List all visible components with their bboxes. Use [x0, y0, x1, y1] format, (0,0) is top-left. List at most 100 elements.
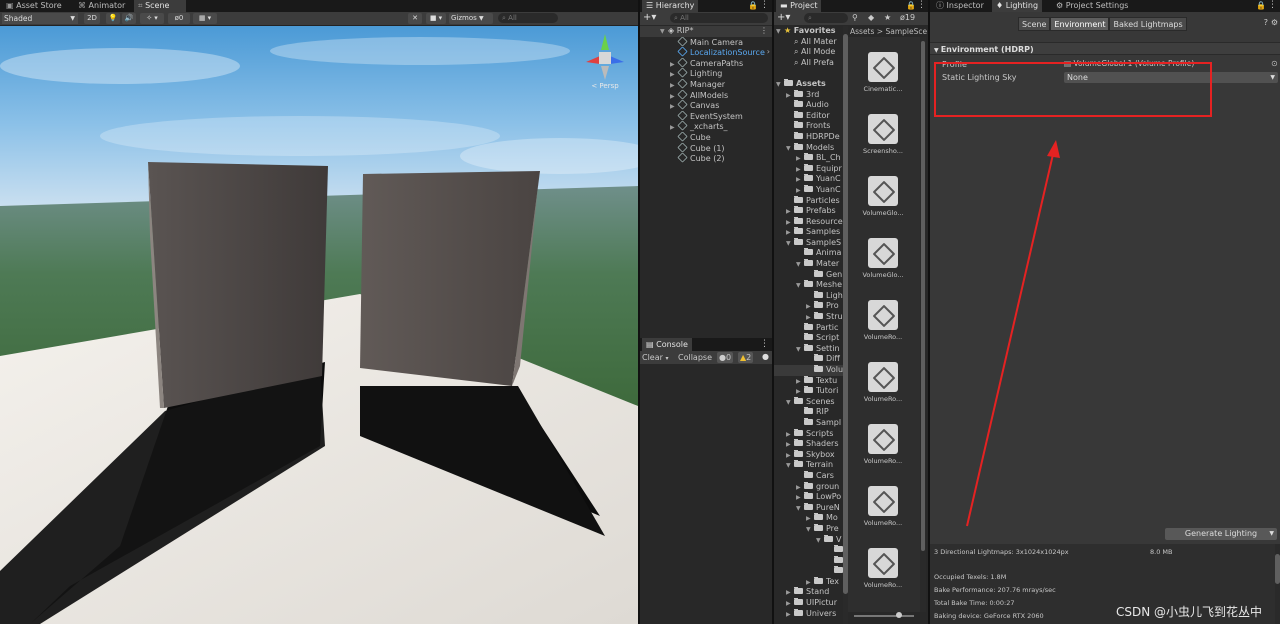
tree-item[interactable]: ▶ groun [774, 481, 844, 493]
tree-item[interactable] [774, 545, 844, 556]
tree-item[interactable]: ▶ Mo [774, 513, 844, 524]
project-search-input[interactable]: ⌕ [804, 13, 848, 23]
tab-console[interactable]: ▤ Console [642, 338, 692, 351]
tree-item[interactable]: ▶ Stru [774, 312, 844, 323]
zoom-slider[interactable] [854, 612, 914, 618]
generate-lighting-button[interactable]: Generate Lighting ▼ [1165, 528, 1277, 540]
lock-icon[interactable]: 🔒 [1256, 1, 1266, 10]
tree-item[interactable]: Editor [774, 110, 844, 122]
audio-icon[interactable]: 🔊 [122, 13, 136, 24]
tab-asset-store[interactable]: ▣ Asset Store [2, 0, 66, 12]
tree-item[interactable]: RIP [774, 407, 844, 418]
breadcrumb-item[interactable]: Assets [850, 27, 874, 36]
asset-card[interactable]: VolumeRo... [858, 486, 908, 527]
create-asset-button[interactable]: +▾ [777, 12, 790, 23]
tree-item[interactable]: ⌕ All Mater [774, 37, 844, 48]
tree-item[interactable]: ▼ Settin [774, 343, 844, 355]
tree-item[interactable]: Sampl [774, 417, 844, 429]
effects-icon[interactable]: ✧ ▾ [140, 13, 164, 24]
lock-icon[interactable]: 🔒 [906, 1, 916, 10]
subtab-baked-lightmaps[interactable]: Baked Lightmaps [1109, 17, 1187, 31]
expand-arrow-icon[interactable]: ▼ [796, 345, 804, 355]
asset-card[interactable]: VolumeGlo... [858, 176, 908, 217]
asset-card[interactable]: VolumeRo... [858, 300, 908, 341]
tree-item[interactable] [774, 566, 844, 577]
expand-arrow-icon[interactable]: ▼ [776, 80, 784, 90]
expand-arrow-icon[interactable]: ▶ [786, 451, 794, 461]
expand-arrow-icon[interactable]: ▶ [786, 430, 794, 440]
tree-item[interactable]: Anima [774, 248, 844, 259]
hierarchy-item[interactable]: Cube (1) [640, 142, 772, 154]
tree-item[interactable]: ▶ YuanC [774, 184, 844, 196]
tree-item[interactable]: ▼ SampleS [774, 237, 844, 249]
expand-arrow-icon[interactable]: ▶ [796, 377, 804, 387]
collapse-button[interactable]: Collapse [678, 353, 712, 362]
kebab-menu-icon[interactable]: ⋮ [760, 0, 769, 10]
hierarchy-item[interactable]: Main Camera [640, 36, 772, 48]
tree-item[interactable]: ▼ PureN [774, 502, 844, 514]
tree-item[interactable]: Audio [774, 100, 844, 111]
tab-project-settings[interactable]: ⚙ Project Settings [1052, 0, 1132, 12]
expand-arrow-icon[interactable]: ▶ [806, 302, 814, 312]
asset-card[interactable]: VolumeRo... [858, 424, 908, 465]
tree-item[interactable]: HDRPDe [774, 131, 844, 143]
expand-arrow-icon[interactable]: ▼ [786, 461, 794, 471]
tab-inspector[interactable]: ⓘ Inspector [932, 0, 988, 12]
tree-item[interactable]: Diff [774, 354, 844, 365]
expand-arrow-icon[interactable]: ▶ [796, 175, 804, 185]
expand-arrow-icon[interactable]: ▶ [796, 493, 804, 503]
expand-arrow-icon[interactable]: ▶ [796, 154, 804, 164]
filter-by-type-icon[interactable]: ⚲ [852, 13, 858, 22]
tab-hierarchy[interactable]: ☰ Hierarchy [642, 0, 699, 12]
tree-item[interactable]: Volu [774, 365, 844, 376]
expand-arrow-icon[interactable]: ▼ [660, 27, 668, 37]
expand-arrow-icon[interactable]: ▼ [786, 398, 794, 408]
expand-arrow-icon[interactable]: ▶ [786, 588, 794, 598]
tree-item[interactable]: ⌕ All Prefa [774, 58, 844, 69]
warning-count-toggle[interactable]: ▲2 [738, 352, 754, 363]
tree-item[interactable]: Fronts [774, 121, 844, 132]
scene-root-row[interactable]: ▼ ◈ RIP* ⋮ [640, 26, 772, 37]
expand-arrow-icon[interactable]: ▶ [786, 207, 794, 217]
persp-label[interactable]: < Persp [580, 82, 630, 90]
tree-item[interactable]: ▶ Samples [774, 227, 844, 238]
tree-item[interactable]: ▶ Stand [774, 587, 844, 598]
kebab-menu-icon[interactable]: ⋮ [760, 339, 769, 349]
tree-item[interactable]: ▶ BL_Ch [774, 153, 844, 164]
tree-item[interactable] [774, 555, 844, 567]
stats-scrollbar[interactable] [1275, 544, 1280, 624]
hierarchy-item[interactable]: ▶ AllModels [640, 89, 772, 101]
subtab-scene[interactable]: Scene [1018, 17, 1051, 31]
tree-item[interactable]: ▶ Equipr [774, 163, 844, 175]
expand-arrow-icon[interactable]: ▼ [796, 504, 804, 514]
object-picker-icon[interactable]: ⊙ [1271, 59, 1278, 68]
tree-item[interactable]: ▼ V [774, 534, 844, 546]
subtab-environment[interactable]: Environment [1050, 17, 1110, 31]
expand-arrow-icon[interactable]: ▶ [806, 514, 814, 524]
hierarchy-item[interactable]: ▶ Canvas [640, 100, 772, 111]
tree-item[interactable]: ▼ Mater [774, 259, 844, 270]
tree-item[interactable]: ▶ Shaders [774, 439, 844, 450]
expand-arrow-icon[interactable]: ▶ [786, 218, 794, 228]
tree-item[interactable]: ▶ Tex [774, 576, 844, 588]
toggle-2d-button[interactable]: 2D [84, 13, 100, 24]
tree-item[interactable]: Ligh [774, 290, 844, 302]
asset-grid-scrollbar[interactable] [920, 37, 926, 612]
tree-item[interactable]: ▶ Tutori [774, 386, 844, 397]
kebab-menu-icon[interactable]: ⋮ [760, 26, 768, 37]
expand-arrow-icon[interactable]: ▶ [786, 599, 794, 609]
tree-item[interactable]: ▶ Scripts [774, 428, 844, 440]
hierarchy-item[interactable]: Cube [640, 131, 772, 143]
expand-arrow-icon[interactable]: ▼ [776, 27, 784, 37]
tree-item[interactable]: ▶ Textu [774, 375, 844, 387]
favorites-row[interactable]: ▼ ★ Favorites [774, 26, 844, 37]
tree-item[interactable]: ▶ YuanC [774, 174, 844, 185]
zoom-slider-handle[interactable] [896, 612, 902, 618]
section-header[interactable]: ▼ Environment (HDRP) [930, 42, 1280, 55]
expand-arrow-icon[interactable]: ▶ [796, 165, 804, 175]
tools-icon[interactable]: ✕ [408, 13, 422, 24]
lock-icon[interactable]: 🔒 [748, 1, 758, 10]
tab-animator[interactable]: ⌘ Animator [74, 0, 129, 12]
hierarchy-item[interactable]: ▶ Manager [640, 78, 772, 90]
scene-viewport[interactable]: < Persp [0, 26, 638, 624]
